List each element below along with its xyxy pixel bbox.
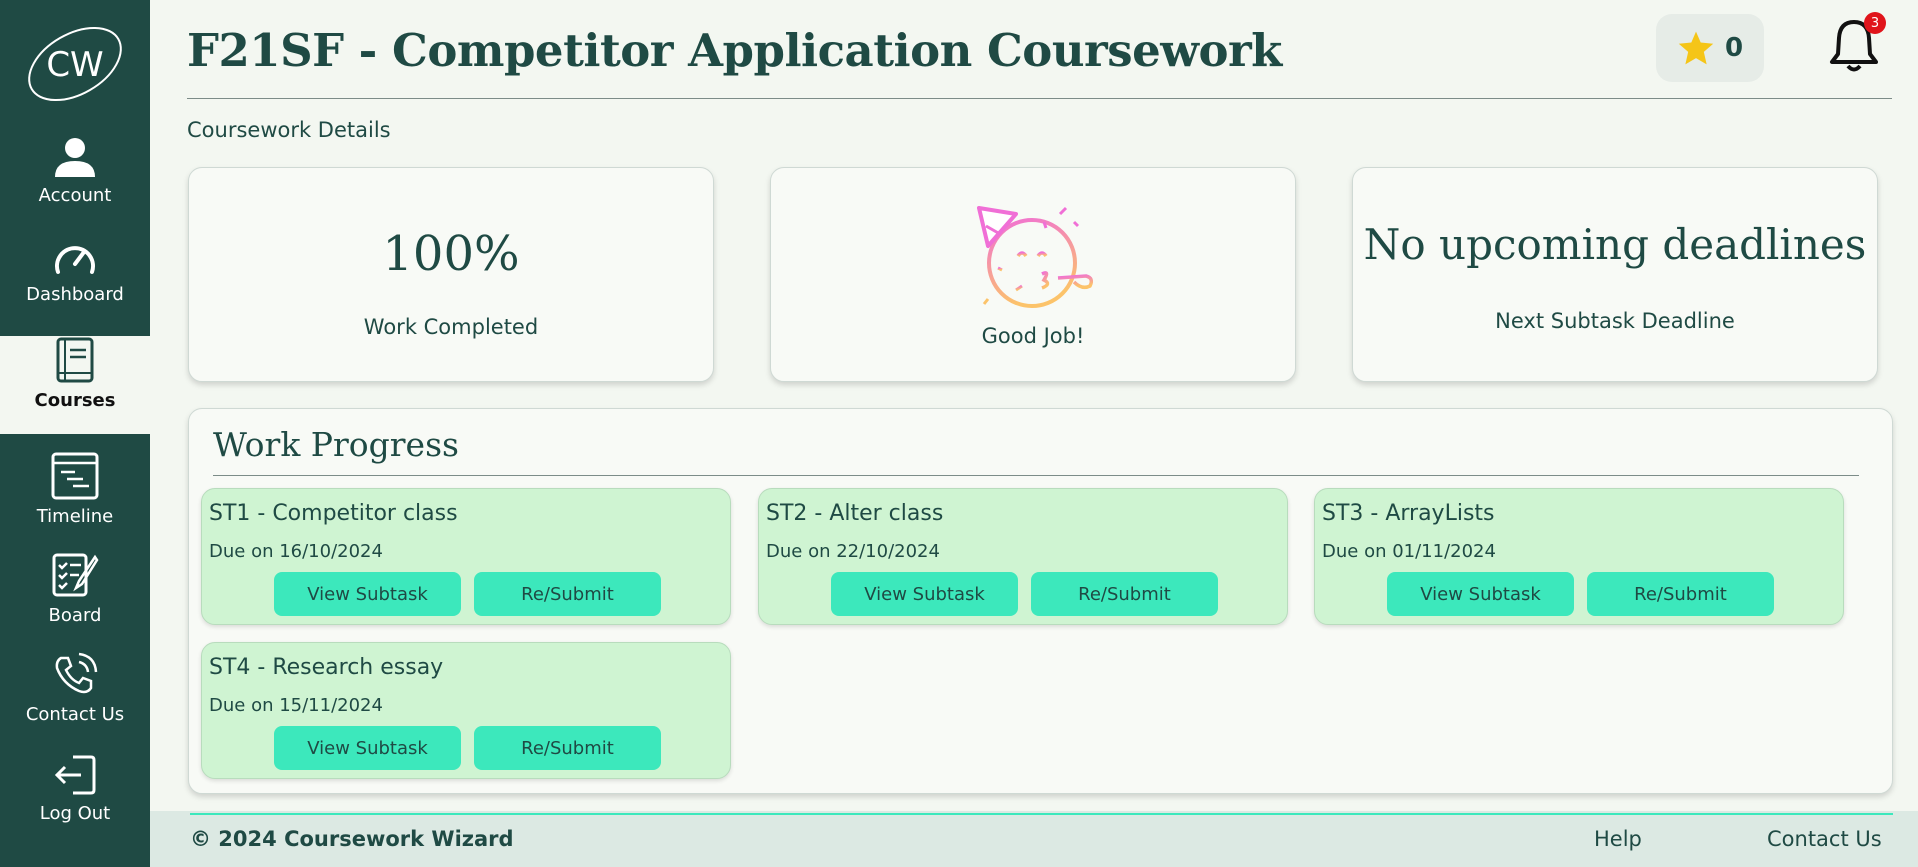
sidebar-item-dashboard[interactable]: Dashboard: [0, 230, 150, 322]
subtask-name: ST4 - Research essay: [209, 655, 444, 680]
speedometer-icon: [53, 230, 97, 284]
subtask-due-date: Due on 16/10/2024: [209, 541, 383, 562]
stars-count: 0: [1724, 33, 1744, 63]
stars-badge[interactable]: 0: [1656, 14, 1764, 82]
resubmit-button[interactable]: Re/Submit: [474, 572, 661, 616]
sidebar: CW Account Dashboard Courses Timeline Bo…: [0, 0, 150, 867]
book-icon: [55, 336, 95, 390]
subtask-name: ST2 - Alter class: [766, 501, 944, 526]
resubmit-button[interactable]: Re/Submit: [1031, 572, 1218, 616]
view-subtask-button[interactable]: View Subtask: [274, 572, 461, 616]
sidebar-item-label: Courses: [34, 390, 116, 411]
resubmit-button[interactable]: Re/Submit: [1587, 572, 1774, 616]
celebration-label: Good Job!: [981, 324, 1085, 348]
work-progress-title: Work Progress: [213, 425, 459, 464]
celebration-card: Good Job!: [770, 167, 1296, 382]
deadline-value: No upcoming deadlines: [1363, 220, 1867, 269]
timeline-icon: [51, 452, 99, 506]
view-subtask-button[interactable]: View Subtask: [274, 726, 461, 770]
user-icon: [53, 131, 97, 185]
sidebar-item-label: Contact Us: [25, 704, 125, 725]
completion-value: 100%: [382, 226, 520, 282]
completion-label: Work Completed: [363, 315, 539, 339]
work-progress-divider: [213, 475, 1859, 476]
sidebar-item-timeline[interactable]: Timeline: [0, 452, 150, 544]
notification-count-badge: 3: [1864, 12, 1886, 34]
party-face-icon: [976, 204, 1096, 318]
coursework-wizard-logo[interactable]: CW: [18, 14, 132, 108]
view-subtask-button[interactable]: View Subtask: [831, 572, 1018, 616]
star-icon: [1678, 31, 1714, 65]
subtask-card: ST1 - Competitor class Due on 16/10/2024…: [201, 488, 731, 625]
sidebar-item-courses[interactable]: Courses: [0, 336, 150, 434]
footer-help-link[interactable]: Help: [1594, 827, 1642, 851]
completion-card: 100% Work Completed: [188, 167, 714, 382]
sidebar-item-contact[interactable]: Contact Us: [0, 650, 150, 742]
sidebar-item-label: Account: [38, 185, 112, 206]
sidebar-item-logout[interactable]: Log Out: [0, 749, 150, 841]
subtask-card: ST3 - ArrayLists Due on 01/11/2024 View …: [1314, 488, 1844, 625]
subtask-card: ST4 - Research essay Due on 15/11/2024 V…: [201, 642, 731, 779]
sidebar-item-account[interactable]: Account: [0, 131, 150, 223]
svg-text:CW: CW: [46, 45, 103, 85]
section-label: Coursework Details: [187, 118, 391, 142]
subtask-due-date: Due on 15/11/2024: [209, 695, 383, 716]
footer-contact-link[interactable]: Contact Us: [1767, 827, 1882, 851]
checklist-icon: [51, 551, 99, 605]
sidebar-item-label: Dashboard: [26, 284, 124, 305]
copyright-text: © 2024 Coursework Wizard: [190, 827, 514, 851]
work-progress-panel: Work Progress ST1 - Competitor class Due…: [188, 408, 1893, 794]
logout-icon: [53, 749, 97, 803]
sidebar-item-board[interactable]: Board: [0, 551, 150, 643]
resubmit-button[interactable]: Re/Submit: [474, 726, 661, 770]
subtask-name: ST3 - ArrayLists: [1322, 501, 1495, 526]
subtask-due-date: Due on 01/11/2024: [1322, 541, 1496, 562]
deadline-card: No upcoming deadlines Next Subtask Deadl…: [1352, 167, 1878, 382]
view-subtask-button[interactable]: View Subtask: [1387, 572, 1574, 616]
page-title: F21SF - Competitor Application Coursewor…: [187, 24, 1282, 77]
sidebar-item-label: Log Out: [39, 803, 111, 824]
subtask-due-date: Due on 22/10/2024: [766, 541, 940, 562]
subtask-name: ST1 - Competitor class: [209, 501, 458, 526]
deadline-label: Next Subtask Deadline: [1495, 309, 1735, 333]
sidebar-item-label: Timeline: [36, 506, 114, 527]
header-divider: [187, 98, 1892, 99]
phone-icon: [51, 650, 99, 704]
subtask-card: ST2 - Alter class Due on 22/10/2024 View…: [758, 488, 1288, 625]
footer-divider: [190, 813, 1893, 815]
sidebar-item-label: Board: [48, 605, 102, 626]
